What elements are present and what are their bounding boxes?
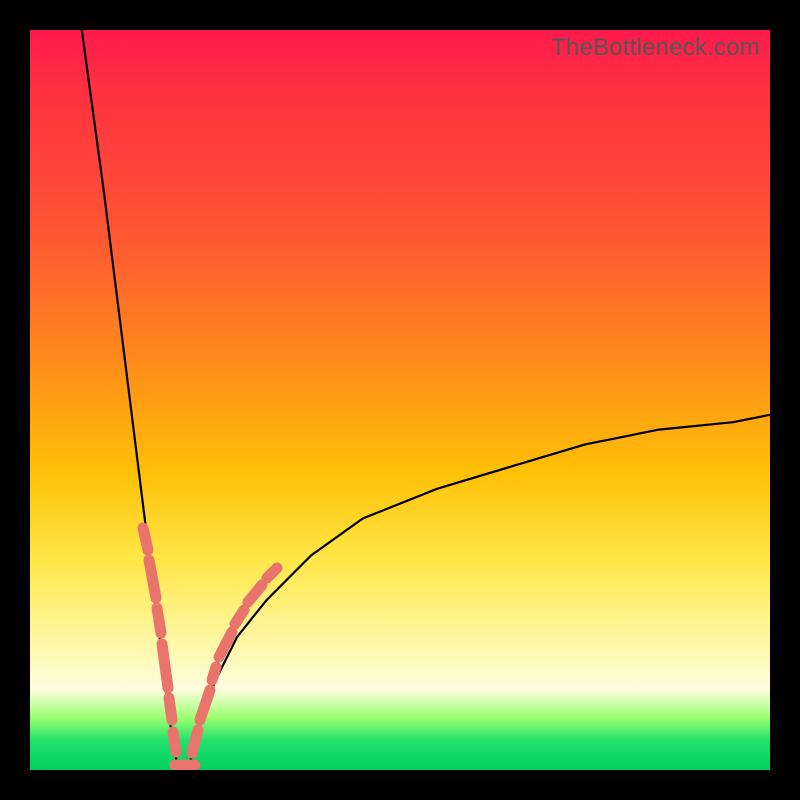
chart-frame: TheBottleneck.com [0,0,800,800]
dash-seg [192,730,198,753]
dash-seg [235,610,244,624]
dash-seg [173,732,176,752]
dash-seg [200,690,210,720]
dash-seg [162,644,168,688]
dash-seg [149,560,156,598]
dash-seg [169,698,172,720]
dash-seg [143,528,148,550]
dash-seg [157,608,161,633]
dash-markers [143,528,277,765]
dash-seg [248,585,262,602]
chart-svg [30,30,770,770]
bottleneck-curve [82,30,770,770]
plot-area: TheBottleneck.com [30,30,770,770]
dash-seg [212,667,216,680]
dash-seg [267,568,277,578]
